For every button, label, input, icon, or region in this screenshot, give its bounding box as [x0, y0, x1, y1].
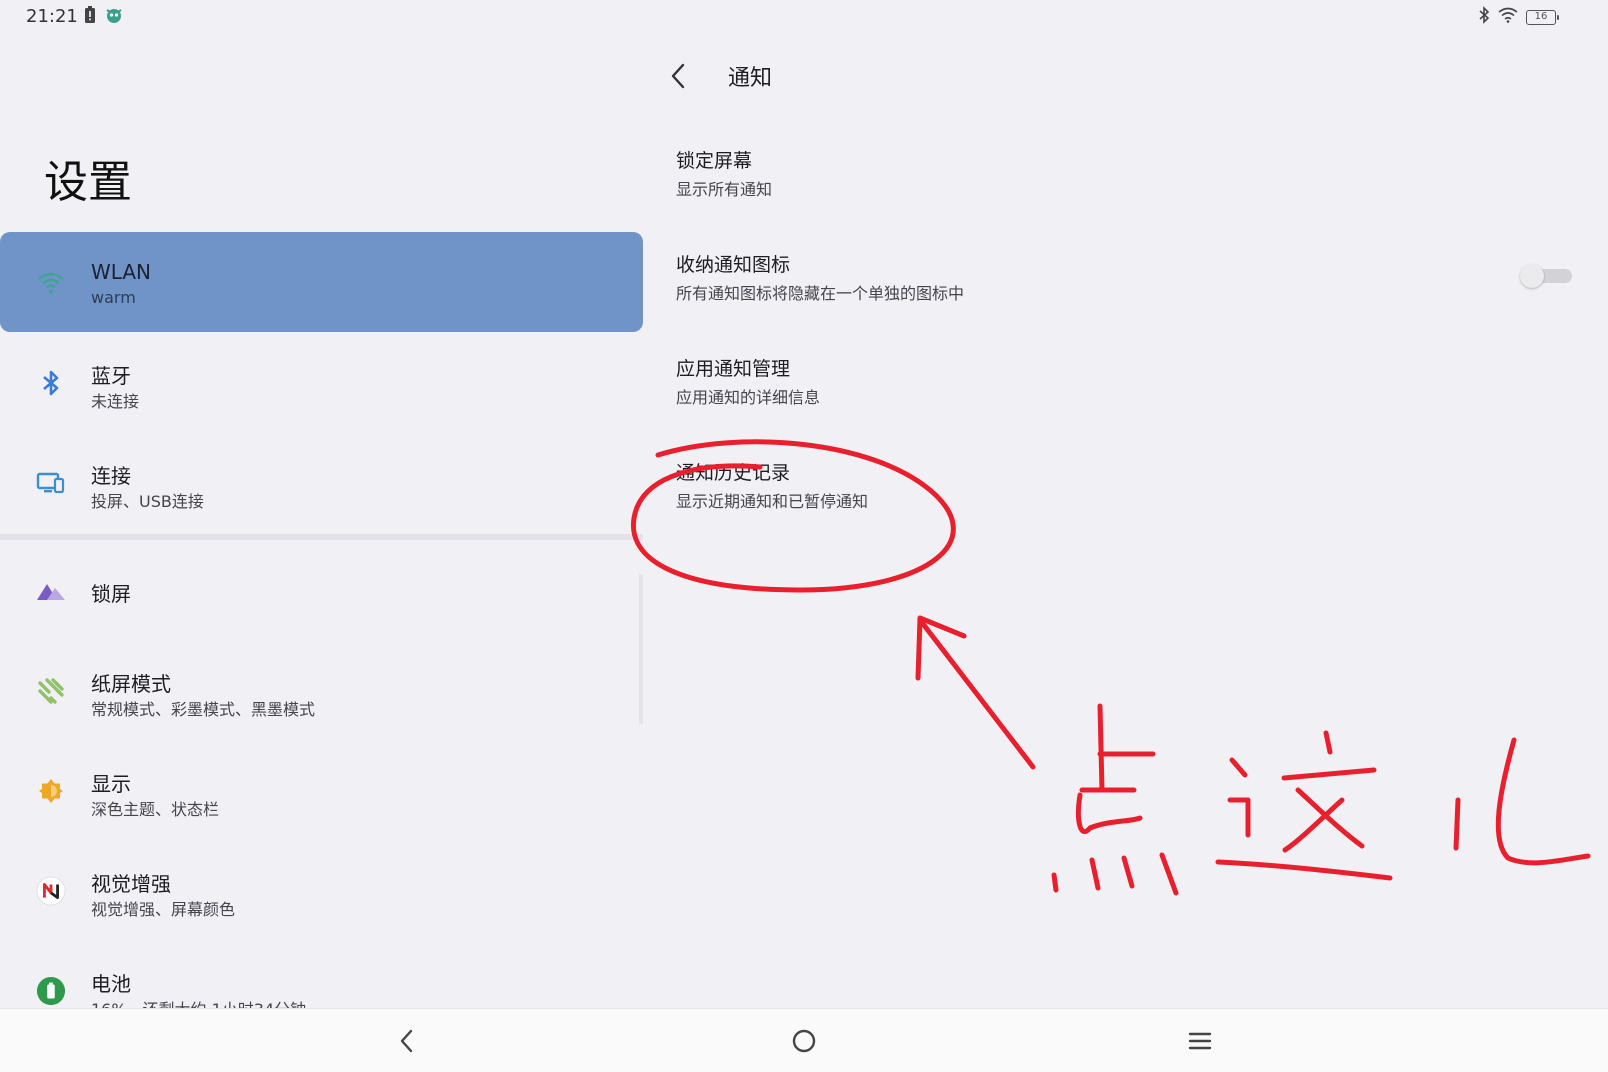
- sidebar-item-bluetooth[interactable]: 蓝牙 未连接: [0, 332, 643, 432]
- annotation-arrow: [917, 617, 1036, 770]
- sidebar-item-title: 显示: [91, 772, 131, 796]
- sidebar-item-title: 电池: [91, 972, 131, 996]
- sidebar-item-subtitle: 投屏、USB连接: [91, 492, 204, 511]
- sidebar-item-connection[interactable]: 连接 投屏、USB连接: [0, 432, 643, 532]
- list-item-collapse-icons[interactable]: 收纳通知图标 所有通知图标将隐藏在一个单独的图标中: [676, 232, 1576, 336]
- sidebar-item-subtitle: warm: [91, 288, 136, 307]
- settings-pane: 设置 WLAN warm 蓝牙 未连接 连接 投屏、USB连接 锁屏 纸屏模式 …: [0, 34, 643, 1008]
- list-item-app-notifications[interactable]: 应用通知管理 应用通知的详细信息: [676, 336, 1576, 440]
- sidebar-item-title: 连接: [91, 464, 131, 488]
- list-item-subtitle: 显示所有通知: [676, 180, 773, 199]
- list-item-notification-history[interactable]: 通知历史记录 显示近期通知和已暂停通知: [676, 440, 1576, 544]
- nav-menu-button[interactable]: [1182, 1023, 1218, 1059]
- nav-back-button[interactable]: [389, 1023, 425, 1059]
- nav-home-button[interactable]: [786, 1023, 822, 1059]
- list-item-subtitle: 所有通知图标将隐藏在一个单独的图标中: [676, 284, 965, 303]
- sidebar-item-display[interactable]: 显示 深色主题、状态栏: [0, 740, 643, 840]
- page-title: 通知: [728, 66, 773, 91]
- sidebar-item-title: WLAN: [91, 260, 152, 284]
- back-arrow-icon[interactable]: [660, 58, 696, 94]
- app-notification-icon: [104, 6, 124, 28]
- annotation-arrowhead: [915, 615, 967, 681]
- n-logo-icon: [36, 876, 66, 906]
- sidebar-item-wlan[interactable]: WLAN warm: [0, 232, 643, 332]
- wifi-icon: [36, 268, 66, 298]
- sidebar-item-title: 蓝牙: [91, 364, 131, 388]
- sidebar-item-subtitle: 未连接: [91, 392, 140, 411]
- list-item-title: 收纳通知图标: [676, 254, 791, 276]
- sidebar-item-subtitle: 16% - 还剩大约 1小时34分钟: [91, 996, 306, 1008]
- bluetooth-icon: [36, 368, 66, 398]
- list-item-subtitle: 应用通知的详细信息: [676, 388, 821, 407]
- sidebar-item-title: 视觉增强: [91, 872, 171, 896]
- settings-list: WLAN warm 蓝牙 未连接 连接 投屏、USB连接 锁屏 纸屏模式 常规模…: [0, 232, 643, 1008]
- sidebar-item-subtitle: 深色主题、状态栏: [91, 800, 220, 819]
- status-bar: 21:21 16: [0, 0, 1608, 34]
- navigation-bar: [0, 1008, 1608, 1072]
- sidebar-item-subtitle: 常规模式、彩墨模式、黑墨模式: [91, 700, 316, 719]
- stripes-icon: [36, 676, 66, 706]
- status-time: 21:21: [26, 6, 78, 27]
- sidebar-item-subtitle: 视觉增强、屏幕颜色: [91, 900, 236, 919]
- mountain-icon: [36, 576, 66, 606]
- list-item-title: 应用通知管理: [676, 358, 791, 380]
- battery-alert-icon: [84, 6, 96, 28]
- sidebar-item-battery[interactable]: 电池 16% - 还剩大约 1小时34分钟: [0, 940, 643, 1008]
- pane-divider: [639, 574, 643, 724]
- monitor-icon: [36, 468, 66, 498]
- wifi-icon: [1498, 7, 1518, 27]
- brightness-icon: [36, 776, 66, 806]
- bluetooth-icon: [1478, 6, 1490, 28]
- sidebar-item-paper-mode[interactable]: 纸屏模式 常规模式、彩墨模式、黑墨模式: [0, 640, 643, 740]
- battery-icon: [36, 976, 66, 1006]
- notification-header: 通知: [660, 56, 772, 96]
- list-item-subtitle: 显示近期通知和已暂停通知: [676, 492, 869, 511]
- list-item-title: 锁定屏幕: [676, 150, 753, 172]
- toggle-thumb: [1520, 264, 1544, 288]
- sidebar-item-title: 锁屏: [91, 582, 131, 606]
- sidebar-item-visual-enhance[interactable]: 视觉增强 视觉增强、屏幕颜色: [0, 840, 643, 940]
- battery-icon: 16: [1526, 9, 1559, 25]
- list-item-title: 通知历史记录: [676, 462, 791, 484]
- list-item-lock-screen[interactable]: 锁定屏幕 显示所有通知: [676, 128, 1576, 232]
- notification-settings-list: 锁定屏幕 显示所有通知 收纳通知图标 所有通知图标将隐藏在一个单独的图标中 应用…: [676, 128, 1576, 544]
- sidebar-item-lockscreen[interactable]: 锁屏: [0, 540, 643, 640]
- sidebar-item-title: 纸屏模式: [91, 672, 171, 696]
- collapse-icons-toggle[interactable]: [1520, 264, 1572, 288]
- page-title: 设置: [44, 157, 132, 208]
